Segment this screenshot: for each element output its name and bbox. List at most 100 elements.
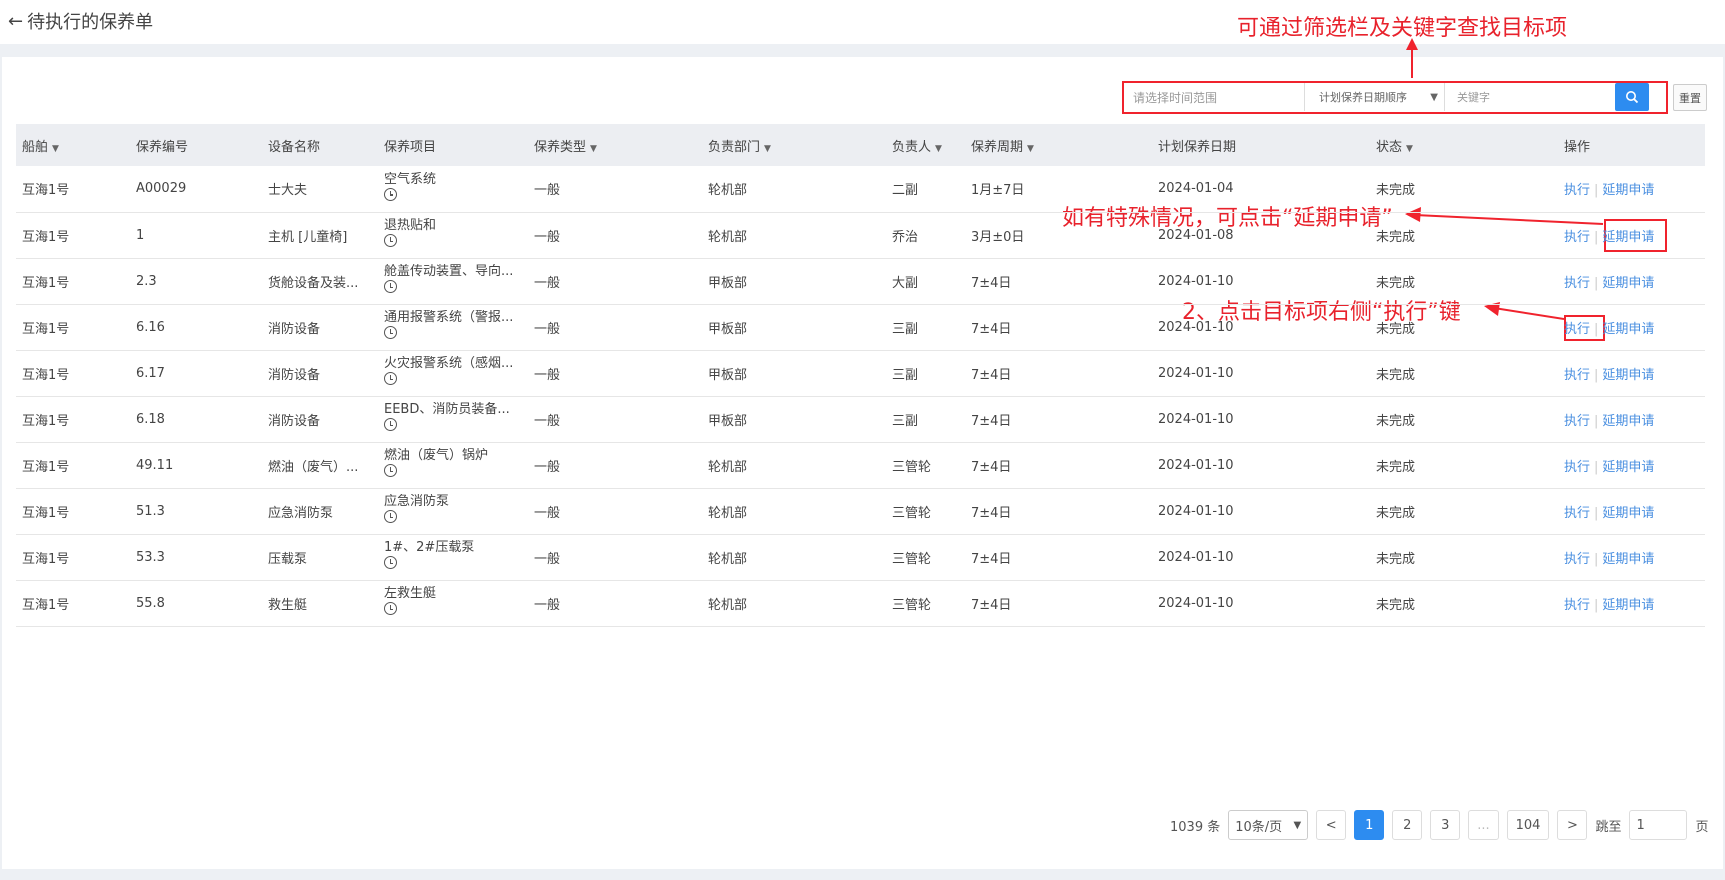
table-row: 互海1号 51.3 应急消防泵 应急消防泵 一般 轮机部 三管轮 7±4日 2024-01-10… bbox=[16, 488, 1705, 534]
cell-item: 火灾报警系统（感烟... bbox=[384, 350, 534, 396]
cell-person: 乔治 bbox=[892, 229, 919, 245]
cell-cycle: 7±4日 bbox=[971, 321, 1012, 337]
col-header-status[interactable]: 状态 ▼ bbox=[1376, 124, 1564, 166]
col-header-ship[interactable]: 船舶 ▼ bbox=[16, 124, 130, 166]
clock-icon bbox=[384, 280, 397, 293]
execute-link[interactable]: 执行 bbox=[1564, 598, 1590, 613]
delay-request-link[interactable]: 延期申请 bbox=[1602, 230, 1654, 245]
cell-ship: 互海1号 bbox=[22, 183, 70, 199]
col-header-type[interactable]: 保养类型 ▼ bbox=[534, 124, 708, 166]
action-separator: | bbox=[1594, 367, 1599, 383]
execute-link[interactable]: 执行 bbox=[1564, 460, 1590, 475]
execute-link[interactable]: 执行 bbox=[1564, 183, 1590, 198]
execute-link[interactable]: 执行 bbox=[1564, 276, 1590, 291]
delay-request-link[interactable]: 延期申请 bbox=[1602, 183, 1654, 198]
cell-person: 三副 bbox=[892, 321, 919, 337]
col-header-date: 计划保养日期 bbox=[1158, 139, 1237, 155]
page-ellipsis[interactable]: ... bbox=[1468, 810, 1499, 840]
back-button[interactable]: ← 待执行的保养单 bbox=[8, 8, 153, 34]
delay-request-link[interactable]: 延期申请 bbox=[1602, 276, 1654, 291]
action-separator: | bbox=[1594, 275, 1599, 291]
page-button-last[interactable]: 104 bbox=[1506, 810, 1550, 840]
table-row: 互海1号 6.18 消防设备 EEBD、消防员装备... 一般 甲板部 三副 7±4日 2024… bbox=[16, 396, 1705, 442]
page-button-2[interactable]: 2 bbox=[1392, 810, 1423, 840]
col-header-cycle[interactable]: 保养周期 ▼ bbox=[971, 124, 1158, 166]
cell-person: 三管轮 bbox=[892, 597, 932, 613]
delay-request-link[interactable]: 延期申请 bbox=[1602, 414, 1654, 429]
cell-person: 大副 bbox=[892, 275, 919, 291]
caret-down-icon: ▼ bbox=[52, 143, 59, 154]
cell-code: 53.3 bbox=[136, 549, 165, 565]
cell-equipment: 救生艇 bbox=[268, 597, 308, 613]
delay-request-link[interactable]: 延期申请 bbox=[1602, 552, 1654, 567]
table-row: 互海1号 49.11 燃油（废气）... 燃油（废气）锅炉 一般 轮机部 三管轮 7±4日 20… bbox=[16, 442, 1705, 488]
col-header-equipment: 设备名称 bbox=[268, 139, 321, 155]
cell-date: 2024-01-08 bbox=[1158, 227, 1234, 243]
clock-icon bbox=[384, 556, 397, 569]
cell-equipment: 压载泵 bbox=[268, 551, 308, 567]
execute-link[interactable]: 执行 bbox=[1564, 322, 1590, 337]
page-unit-label: 页 bbox=[1695, 819, 1709, 835]
caret-down-icon: ▼ bbox=[590, 143, 597, 154]
cell-dept: 甲板部 bbox=[708, 367, 748, 383]
cell-person: 三管轮 bbox=[892, 551, 932, 567]
delay-request-link[interactable]: 延期申请 bbox=[1602, 598, 1654, 613]
caret-down-icon: ▼ bbox=[1027, 143, 1034, 154]
execute-link[interactable]: 执行 bbox=[1564, 368, 1590, 383]
page-button-3[interactable]: 3 bbox=[1430, 810, 1461, 840]
prev-page-button[interactable]: < bbox=[1316, 810, 1347, 840]
execute-link[interactable]: 执行 bbox=[1564, 230, 1590, 245]
delay-request-link[interactable]: 延期申请 bbox=[1602, 506, 1654, 521]
cell-code: 6.16 bbox=[136, 319, 165, 335]
cell-equipment: 货舱设备及装... bbox=[268, 275, 359, 291]
cell-code: 6.17 bbox=[136, 365, 165, 381]
table-row: 互海1号 2.3 货舱设备及装... 舱盖传动装置、导向... 一般 甲板部 大副 7±4日 2… bbox=[16, 258, 1705, 304]
next-page-button[interactable]: > bbox=[1557, 810, 1588, 840]
cell-type: 一般 bbox=[534, 229, 561, 245]
caret-down-icon: ▼ bbox=[1406, 143, 1413, 154]
cell-date: 2024-01-10 bbox=[1158, 365, 1234, 381]
cell-date: 2024-01-04 bbox=[1158, 181, 1234, 197]
table-row: 互海1号 6.17 消防设备 火灾报警系统（感烟... 一般 甲板部 三副 7±4日 2024-… bbox=[16, 350, 1705, 396]
cell-actions: 执行 | 延期申请 bbox=[1564, 304, 1705, 350]
delay-request-link[interactable]: 延期申请 bbox=[1602, 322, 1654, 337]
cell-cycle: 7±4日 bbox=[971, 367, 1012, 383]
cell-actions: 执行 | 延期申请 bbox=[1564, 258, 1705, 304]
col-header-dept[interactable]: 负责部门 ▼ bbox=[708, 124, 892, 166]
cell-status: 未完成 bbox=[1376, 597, 1416, 613]
table-header-row: 船舶 ▼ 保养编号 设备名称 保养项目 保养类型 ▼ 负责部门 ▼ 负责人 ▼ 保养周期… bbox=[16, 124, 1705, 166]
action-separator: | bbox=[1594, 413, 1599, 429]
execute-link[interactable]: 执行 bbox=[1564, 414, 1590, 429]
cell-status: 未完成 bbox=[1376, 183, 1416, 199]
jump-input[interactable]: 1 bbox=[1629, 810, 1688, 840]
execute-link[interactable]: 执行 bbox=[1564, 552, 1590, 567]
execute-link[interactable]: 执行 bbox=[1564, 506, 1590, 521]
cell-person: 三管轮 bbox=[892, 459, 932, 475]
cell-type: 一般 bbox=[534, 275, 561, 291]
maintenance-table: 船舶 ▼ 保养编号 设备名称 保养项目 保养类型 ▼ 负责部门 ▼ 负责人 ▼ 保养周期… bbox=[16, 124, 1705, 627]
delay-request-link[interactable]: 延期申请 bbox=[1602, 460, 1654, 475]
cell-code: 6.18 bbox=[136, 411, 165, 427]
col-header-person[interactable]: 负责人 ▼ bbox=[892, 124, 971, 166]
cell-type: 一般 bbox=[534, 413, 561, 429]
cell-ship: 互海1号 bbox=[22, 597, 70, 613]
pagination: 1039 条 10条/页 ▼ < 1 2 3 ... 104 > 跳至 1 页 bbox=[1170, 810, 1708, 840]
delay-request-link[interactable]: 延期申请 bbox=[1602, 368, 1654, 383]
cell-equipment: 应急消防泵 bbox=[268, 505, 334, 521]
action-separator: | bbox=[1594, 551, 1599, 567]
arrow-up-annotation bbox=[1406, 38, 1418, 78]
cell-item: 通用报警系统（警报... bbox=[384, 304, 534, 350]
cell-dept: 轮机部 bbox=[708, 505, 748, 521]
col-header-action: 操作 bbox=[1564, 139, 1591, 155]
col-header-code: 保养编号 bbox=[136, 139, 189, 155]
cell-type: 一般 bbox=[534, 597, 561, 613]
cell-ship: 互海1号 bbox=[22, 321, 70, 337]
reset-button[interactable]: 重置 bbox=[1673, 84, 1707, 111]
filter-highlight bbox=[1122, 81, 1668, 114]
table-row: 互海1号 53.3 压载泵 1#、2#压载泵 一般 轮机部 三管轮 7±4日 2024-01-1… bbox=[16, 534, 1705, 580]
cell-status: 未完成 bbox=[1376, 275, 1416, 291]
page-size-select[interactable]: 10条/页 ▼ bbox=[1228, 810, 1309, 840]
cell-actions: 执行 | 延期申请 bbox=[1564, 488, 1705, 534]
cell-ship: 互海1号 bbox=[22, 505, 70, 521]
page-button-1[interactable]: 1 bbox=[1354, 810, 1385, 840]
